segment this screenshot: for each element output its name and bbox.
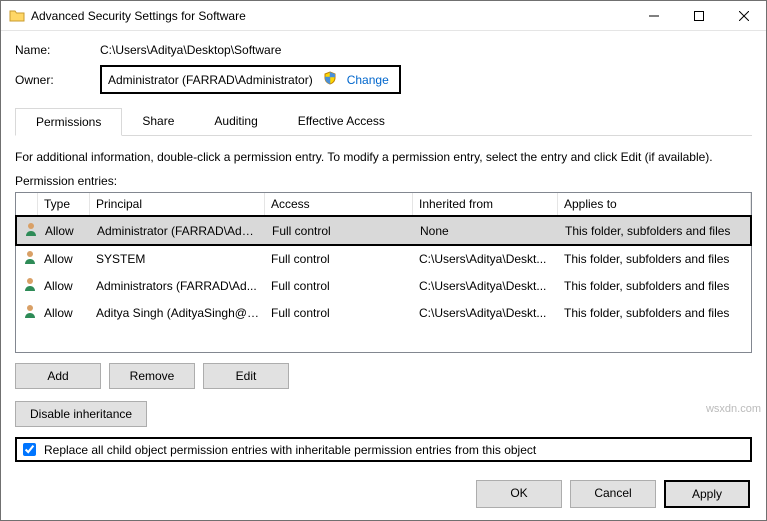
user-icon (16, 274, 38, 297)
entry-buttons: Add Remove Edit (15, 363, 752, 389)
table-header: Type Principal Access Inherited from App… (16, 193, 751, 216)
user-icon (17, 219, 39, 242)
tab-effective-access[interactable]: Effective Access (278, 108, 405, 135)
cell-type: Allow (38, 277, 90, 295)
edit-button[interactable]: Edit (203, 363, 289, 389)
name-label: Name: (15, 43, 100, 57)
content-area: Name: C:\Users\Aditya\Desktop\Software O… (1, 31, 766, 470)
table-row[interactable]: AllowAdministrators (FARRAD\Ad...Full co… (16, 272, 751, 299)
cell-applies: This folder, subfolders and files (558, 250, 751, 268)
replace-label: Replace all child object permission entr… (44, 443, 536, 457)
cell-type: Allow (39, 222, 91, 240)
table-row[interactable]: AllowSYSTEMFull controlC:\Users\Aditya\D… (16, 245, 751, 272)
cell-principal: Administrators (FARRAD\Ad... (90, 277, 265, 295)
cell-access: Full control (265, 277, 413, 295)
info-text: For additional information, double-click… (15, 150, 752, 164)
col-principal[interactable]: Principal (90, 193, 265, 215)
maximize-button[interactable] (676, 1, 721, 30)
user-icon (16, 247, 38, 270)
owner-box: Administrator (FARRAD\Administrator) Cha… (100, 65, 401, 94)
cell-access: Full control (265, 250, 413, 268)
cell-applies: This folder, subfolders and files (558, 277, 751, 295)
dialog-footer: OK Cancel Apply (1, 470, 766, 520)
name-value: C:\Users\Aditya\Desktop\Software (100, 43, 281, 57)
table-body: AllowAdministrator (FARRAD\Admi...Full c… (16, 215, 751, 326)
ok-button[interactable]: OK (476, 480, 562, 508)
entries-label: Permission entries: (15, 174, 752, 188)
table-row[interactable]: AllowAdministrator (FARRAD\Admi...Full c… (15, 215, 752, 246)
folder-icon (9, 8, 25, 24)
window-title: Advanced Security Settings for Software (31, 9, 631, 23)
cell-applies: This folder, subfolders and files (559, 222, 750, 240)
cell-access: Full control (266, 222, 414, 240)
cell-inherited: None (414, 222, 559, 240)
owner-label: Owner: (15, 73, 100, 87)
owner-row: Owner: Administrator (FARRAD\Administrat… (15, 65, 752, 94)
security-settings-window: Advanced Security Settings for Software … (0, 0, 767, 521)
cell-type: Allow (38, 250, 90, 268)
remove-button[interactable]: Remove (109, 363, 195, 389)
col-access[interactable]: Access (265, 193, 413, 215)
shield-icon (323, 71, 337, 88)
cell-type: Allow (38, 304, 90, 322)
disable-inheritance-button[interactable]: Disable inheritance (15, 401, 147, 427)
tab-auditing[interactable]: Auditing (194, 108, 277, 135)
change-owner-link[interactable]: Change (347, 73, 389, 87)
col-type[interactable]: Type (38, 193, 90, 215)
cell-access: Full control (265, 304, 413, 322)
col-inherited[interactable]: Inherited from (413, 193, 558, 215)
cell-inherited: C:\Users\Aditya\Deskt... (413, 304, 558, 322)
minimize-button[interactable] (631, 1, 676, 30)
cell-principal: SYSTEM (90, 250, 265, 268)
replace-checkbox[interactable] (23, 443, 36, 456)
add-button[interactable]: Add (15, 363, 101, 389)
close-button[interactable] (721, 1, 766, 30)
replace-checkbox-row[interactable]: Replace all child object permission entr… (15, 437, 752, 462)
titlebar: Advanced Security Settings for Software (1, 1, 766, 31)
cell-principal: Administrator (FARRAD\Admi... (91, 222, 266, 240)
disable-inheritance-row: Disable inheritance (15, 401, 752, 427)
tab-strip: Permissions Share Auditing Effective Acc… (15, 108, 752, 136)
watermark: wsxdn.com (706, 403, 761, 415)
table-row[interactable]: AllowAditya Singh (AdityaSingh@o...Full … (16, 299, 751, 326)
permission-table: Type Principal Access Inherited from App… (15, 192, 752, 353)
tab-share[interactable]: Share (122, 108, 194, 135)
user-icon (16, 301, 38, 324)
col-applies[interactable]: Applies to (558, 193, 751, 215)
col-icon[interactable] (16, 193, 38, 215)
cell-principal: Aditya Singh (AdityaSingh@o... (90, 304, 265, 322)
cell-applies: This folder, subfolders and files (558, 304, 751, 322)
cell-inherited: C:\Users\Aditya\Deskt... (413, 277, 558, 295)
cancel-button[interactable]: Cancel (570, 480, 656, 508)
tab-permissions[interactable]: Permissions (15, 108, 122, 136)
owner-value: Administrator (FARRAD\Administrator) (108, 73, 313, 87)
cell-inherited: C:\Users\Aditya\Deskt... (413, 250, 558, 268)
name-row: Name: C:\Users\Aditya\Desktop\Software (15, 43, 752, 57)
apply-button[interactable]: Apply (664, 480, 750, 508)
